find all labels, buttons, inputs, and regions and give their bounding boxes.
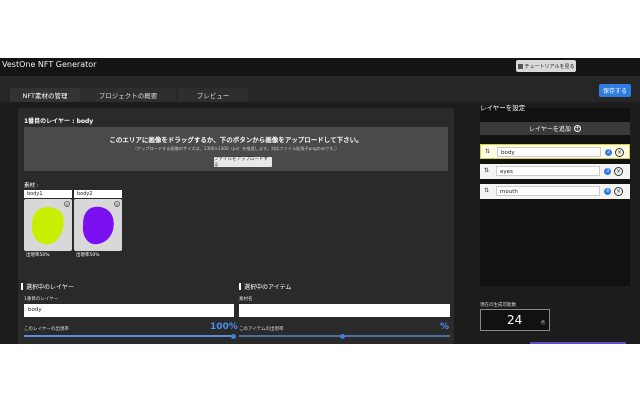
- generate-count-label: 現在の生成可能数: [480, 303, 516, 308]
- layer-name[interactable]: mouth: [496, 186, 600, 196]
- tutorial-label: チュートリアルを見る: [524, 63, 575, 70]
- material-card[interactable]: body1 × 出現率50%: [24, 190, 72, 261]
- top-bar: VestOne NFT Generator チュートリアルを見る: [0, 58, 640, 76]
- generate-unit: 点: [540, 321, 546, 326]
- generate-count: 24: [507, 313, 523, 327]
- delete-icon[interactable]: ×: [614, 167, 623, 176]
- delete-icon[interactable]: ×: [615, 148, 624, 157]
- item-rate-value: %: [440, 322, 450, 332]
- item-name-input[interactable]: [239, 304, 450, 317]
- material-name: body2: [74, 190, 122, 198]
- item-rate-slider-handle[interactable]: [340, 333, 345, 339]
- material-thumbnail[interactable]: ×: [24, 199, 72, 251]
- layer-row[interactable]: ⇅ body 2 ×: [480, 144, 630, 159]
- selected-item-heading: 選択中のアイテム: [238, 283, 292, 291]
- generate-button-edge[interactable]: [530, 342, 626, 344]
- tab-preview[interactable]: プレビュー: [178, 88, 248, 102]
- tab-label: プレビュー: [196, 92, 230, 100]
- layer-count-badge: 4: [604, 188, 611, 195]
- save-button[interactable]: 保存する: [599, 84, 631, 97]
- drag-handle-icon[interactable]: ⇅: [484, 167, 489, 174]
- layer-settings-panel: レイヤーを設定 レイヤーを追加 + ⇅ body 2 × ⇅ eyes 3 × …: [480, 104, 630, 286]
- blob-image-icon: [82, 206, 114, 245]
- drag-handle-icon[interactable]: ⇅: [485, 148, 490, 155]
- layer-name[interactable]: eyes: [496, 166, 600, 176]
- tab-nft-materials[interactable]: NFT素材の管理: [10, 88, 80, 102]
- layer-row[interactable]: ⇅ mouth 4 ×: [480, 184, 630, 199]
- tutorial-icon: [517, 63, 523, 69]
- generate-count-box: 24 点: [480, 309, 550, 331]
- tab-label: プロジェクトの概要: [98, 92, 158, 100]
- item-field-label: 素材名: [239, 297, 253, 302]
- layer-name-input[interactable]: body: [24, 304, 234, 317]
- add-layer-button[interactable]: レイヤーを追加 +: [480, 122, 630, 135]
- drop-note: （アップロードする画像のサイズは、1300×1300（px）を推奨します。対応フ…: [132, 146, 340, 151]
- layer-count-badge: 3: [604, 168, 611, 175]
- app-window: VestOne NFT Generator チュートリアルを見る NFT素材の管…: [0, 58, 640, 344]
- material-name: body1: [24, 190, 72, 198]
- item-rate-label: このアイテムの出現率: [239, 327, 284, 332]
- upload-button[interactable]: ファイルをアップロードする: [214, 157, 272, 168]
- plus-circle-icon: +: [573, 125, 581, 132]
- layer-rate-value: 100%: [210, 322, 238, 332]
- drag-handle-icon[interactable]: ⇅: [484, 187, 489, 194]
- blob-image-icon: [32, 207, 64, 245]
- tutorial-button[interactable]: チュートリアルを見る: [516, 60, 576, 72]
- close-icon[interactable]: ×: [64, 201, 70, 207]
- tab-project-overview[interactable]: プロジェクトの概要: [80, 88, 176, 102]
- layer-field-label: 1番目のレイヤー: [24, 297, 59, 302]
- layer-row[interactable]: ⇅ eyes 3 ×: [480, 164, 630, 179]
- layer-title: 1番目のレイヤー : body: [24, 118, 94, 125]
- selection-panel: 選択中のレイヤー 1番目のレイヤー body このレイヤーの出現率 100% 選…: [18, 276, 454, 344]
- selected-layer-heading: 選択中のレイヤー: [21, 283, 74, 291]
- material-rate: 出現率50%: [24, 251, 72, 261]
- tab-label: NFT素材の管理: [22, 92, 68, 100]
- layer-rate-slider-handle[interactable]: [231, 333, 236, 339]
- material-thumbnail[interactable]: ×: [74, 199, 122, 251]
- layer-rate-slider[interactable]: [24, 335, 234, 337]
- layer-rate-label: このレイヤーの出現率: [24, 327, 69, 332]
- close-icon[interactable]: ×: [114, 201, 120, 207]
- material-rate: 出現率50%: [74, 251, 122, 261]
- add-layer-label: レイヤーを追加: [529, 126, 571, 133]
- layer-name[interactable]: body: [497, 147, 601, 157]
- layer-count-badge: 2: [605, 149, 612, 156]
- materials-title: 素材 :: [24, 183, 39, 189]
- drop-instruction: このエリアに画像をドラッグするか、下のボタンから画像をアップロードして下さい。: [109, 136, 363, 144]
- delete-icon[interactable]: ×: [614, 187, 623, 196]
- material-card[interactable]: body2 × 出現率50%: [74, 190, 122, 261]
- drop-zone[interactable]: このエリアに画像をドラッグするか、下のボタンから画像をアップロードして下さい。 …: [24, 127, 448, 171]
- app-title: VestOne NFT Generator: [2, 60, 97, 69]
- layer-settings-title: レイヤーを設定: [480, 104, 526, 112]
